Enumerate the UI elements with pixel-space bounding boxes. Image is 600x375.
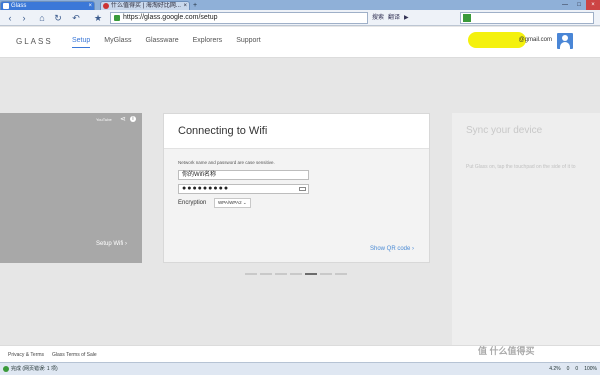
close-tab-icon[interactable]: × — [88, 2, 92, 10]
window-controls: — □ × — [558, 0, 600, 10]
nav-glassware[interactable]: Glassware — [146, 37, 179, 48]
tab-label: Glass — [11, 3, 27, 9]
zoom-level[interactable]: 100% — [584, 363, 597, 375]
encryption-select[interactable]: WPA/WPA2 ⌄ — [214, 198, 251, 208]
maximize-button[interactable]: □ — [572, 0, 586, 10]
redaction-highlight — [468, 32, 526, 48]
address-bar[interactable]: https://glass.google.com/setup — [110, 12, 368, 24]
card-header: Connecting to Wifi — [164, 114, 429, 149]
favorite-star-icon[interactable]: ★ — [92, 12, 104, 24]
glass-header: GLASS Setup MyGlass Glassware Explorers … — [0, 27, 600, 58]
wifi-card: Connecting to Wifi Network name and pass… — [163, 113, 430, 263]
sync-title: Sync your device — [466, 125, 543, 136]
glass-logo[interactable]: GLASS — [16, 37, 53, 46]
glass-favicon-icon — [3, 3, 9, 9]
status-item: 0 — [566, 366, 570, 372]
card-title: Connecting to Wifi — [178, 125, 268, 137]
home-icon[interactable]: ⌂ — [36, 12, 48, 24]
play-icon[interactable]: ▶ — [404, 13, 409, 23]
browser-toolbar: ‹ › ⌂ ↻ ↶ ★ https://glass.google.com/set… — [0, 10, 600, 26]
email-text: @gmail.com — [518, 37, 552, 43]
nav-explorers[interactable]: Explorers — [193, 37, 223, 48]
step-dot[interactable] — [305, 273, 317, 275]
step-dot[interactable] — [290, 273, 302, 275]
secure-lock-icon — [114, 15, 120, 21]
status-right: 4.2% 0 0 100% — [549, 363, 597, 375]
network-name-field[interactable]: 你的Wifi名称 — [178, 170, 309, 180]
sync-text: Put Glass on, tap the touchpad on the si… — [466, 164, 576, 170]
status-item: 4.2% — [549, 366, 561, 372]
page-viewport: GLASS Setup MyGlass Glassware Explorers … — [0, 27, 600, 362]
back-icon[interactable]: ‹ — [4, 12, 16, 24]
smzdm-favicon-icon — [103, 3, 109, 9]
tab-glass[interactable]: Glass × — [0, 1, 95, 10]
url-text: https://glass.google.com/setup — [123, 14, 218, 21]
smzdm-watermark: 值 什么值得买 — [478, 346, 535, 356]
step-dot[interactable] — [320, 273, 332, 275]
status-text: 完成 (网页错误: 1 项) — [3, 363, 58, 375]
info-icon[interactable]: i — [130, 116, 136, 122]
minimize-button[interactable]: — — [558, 0, 572, 10]
privacy-terms-link[interactable]: Privacy & Terms — [8, 352, 44, 358]
tab-smzdm[interactable]: 什么值得买 | 海淘好比网... × — [100, 1, 190, 10]
status-item: 0 — [575, 366, 579, 372]
password-field[interactable]: ●●●●●●●●● — [178, 184, 309, 194]
forward-icon[interactable]: › — [18, 12, 30, 24]
translate-tool[interactable]: 翻译 — [388, 13, 400, 23]
undo-icon[interactable]: ↶ — [70, 12, 82, 24]
nav-support[interactable]: Support — [236, 37, 261, 48]
terms-of-sale-link[interactable]: Glass Terms of Sale — [52, 352, 97, 358]
show-qr-code-link[interactable]: Show QR code › — [370, 246, 414, 252]
password-mask: ●●●●●●●●● — [182, 185, 230, 192]
keyboard-icon[interactable] — [299, 187, 306, 191]
address-tools: 搜索 翻译 ▶ — [372, 13, 409, 23]
new-tab-button[interactable]: + — [193, 2, 197, 10]
close-window-button[interactable]: × — [586, 0, 600, 10]
close-tab-icon[interactable]: × — [183, 2, 187, 10]
search-engine-icon — [463, 14, 471, 22]
tab-strip: Glass × 什么值得买 | 海淘好比网... × + — □ × — [0, 0, 600, 10]
sync-device-card[interactable]: Sync your device Put Glass on, tap the t… — [452, 113, 600, 362]
step-dot[interactable] — [275, 273, 287, 275]
nav-setup[interactable]: Setup — [72, 37, 91, 48]
setup-video-panel[interactable]: YouTube ⋖ i Setup Wifi › — [0, 113, 142, 263]
search-box[interactable] — [460, 12, 594, 24]
status-ok-icon — [3, 365, 9, 372]
main-nav: Setup MyGlass Glassware Explorers Suppor… — [72, 37, 261, 48]
share-icon[interactable]: ⋖ — [120, 115, 126, 123]
step-dot[interactable] — [335, 273, 347, 275]
youtube-label: YouTube — [96, 117, 112, 122]
search-tool[interactable]: 搜索 — [372, 13, 384, 23]
refresh-icon[interactable]: ↻ — [52, 12, 64, 24]
tab-label: 什么值得买 | 海淘好比网... — [111, 3, 181, 9]
case-sensitive-hint: Network name and password are case sensi… — [178, 160, 275, 165]
avatar[interactable] — [557, 33, 573, 49]
status-bar: 完成 (网页错误: 1 项) 4.2% 0 0 100% — [0, 362, 600, 375]
account-email[interactable]: @gmail.com — [468, 32, 552, 48]
nav-myglass[interactable]: MyGlass — [104, 37, 131, 48]
step-dot[interactable] — [260, 273, 272, 275]
step-indicator — [245, 273, 347, 275]
encryption-label: Encryption — [178, 200, 207, 206]
step-dot[interactable] — [245, 273, 257, 275]
setup-wifi-link[interactable]: Setup Wifi › — [96, 241, 127, 247]
